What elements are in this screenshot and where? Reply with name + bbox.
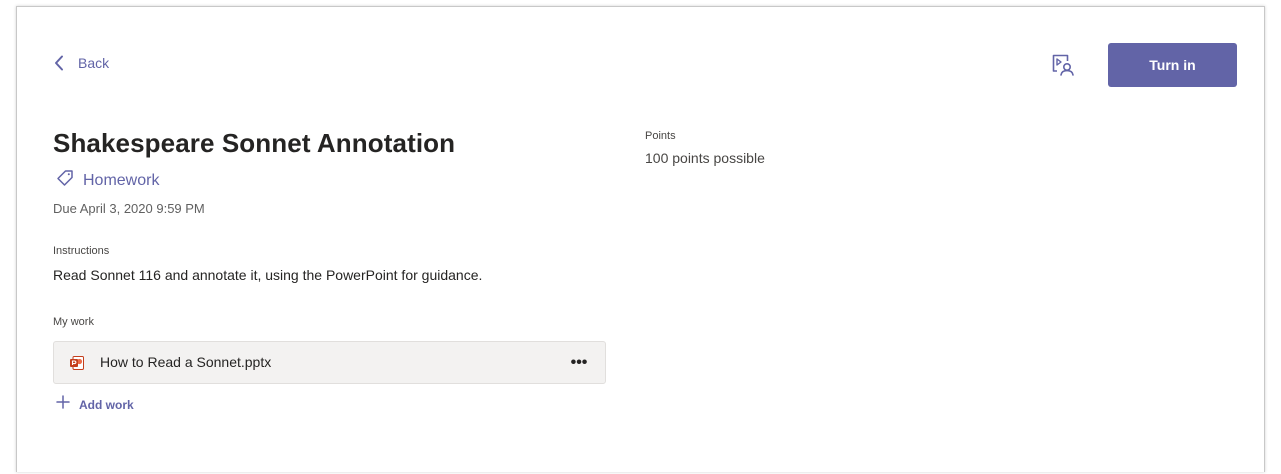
chevron-left-icon: [54, 55, 64, 71]
assignment-title: Shakespeare Sonnet Annotation: [53, 128, 456, 158]
due-date: Due April 3, 2020 9:59 PM: [53, 201, 205, 216]
add-work-label: Add work: [79, 397, 134, 412]
student-view-icon[interactable]: [1051, 53, 1077, 77]
instructions-text: Read Sonnet 116 and annotate it, using t…: [53, 267, 483, 283]
assignment-panel: [16, 6, 1265, 472]
back-button[interactable]: Back: [54, 55, 109, 71]
plus-icon: [56, 395, 70, 414]
points-label: Points: [645, 130, 676, 142]
category-label: Homework: [83, 171, 160, 189]
points-value: 100 points possible: [645, 150, 765, 166]
add-work-button[interactable]: Add work: [56, 395, 134, 414]
powerpoint-file-icon: [69, 355, 85, 376]
file-name: How to Read a Sonnet.pptx: [100, 354, 272, 370]
instructions-label: Instructions: [53, 245, 110, 257]
more-options-button[interactable]: •••: [564, 350, 594, 376]
turn-in-button[interactable]: Turn in: [1108, 43, 1237, 87]
back-label: Back: [78, 55, 110, 71]
file-card[interactable]: How to Read a Sonnet.pptx •••: [53, 341, 606, 384]
tag-icon: [56, 169, 74, 192]
category-tag[interactable]: Homework: [56, 169, 159, 192]
my-work-label: My work: [53, 316, 94, 328]
